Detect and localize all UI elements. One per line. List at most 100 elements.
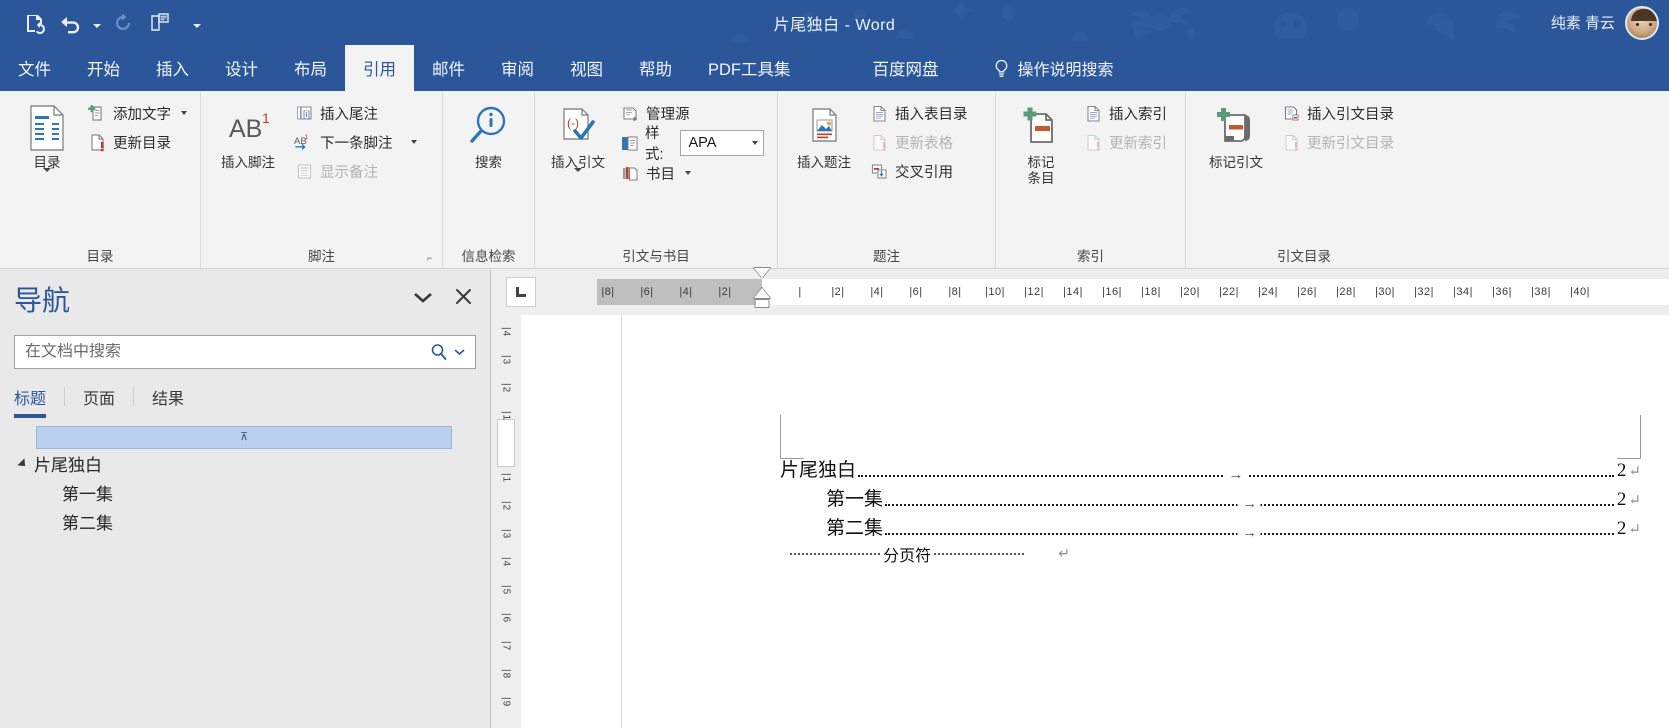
selected-heading-item[interactable]: ⊼ xyxy=(36,426,452,449)
tab-view[interactable]: 视图 xyxy=(552,45,621,91)
nav-tab-pages[interactable]: 页面 xyxy=(65,385,133,418)
insert-citation-dropdown-icon[interactable] xyxy=(574,168,583,187)
update-index-button[interactable]: 更新索引 xyxy=(1078,128,1172,156)
tab-home[interactable]: 开始 xyxy=(69,45,138,91)
toc-entry[interactable]: 第二集 → 2 ↵ xyxy=(780,513,1641,542)
svg-text:AB: AB xyxy=(229,115,262,143)
update-table-of-authorities-button[interactable]: 更新引文目录 xyxy=(1276,128,1399,156)
insert-table-of-authorities-label: 插入引文目录 xyxy=(1307,106,1394,123)
citation-style-dropdown-icon[interactable] xyxy=(752,141,758,145)
ribbon-group-index: 标记 条目 插入索引 更新索引 索引 xyxy=(995,91,1185,268)
hanging-indent-marker[interactable] xyxy=(754,288,770,298)
insert-table-of-authorities-button[interactable]: 插入引文目录 xyxy=(1276,99,1399,127)
toc-entry[interactable]: 第一集 → 2 ↵ xyxy=(780,484,1641,513)
toc-button[interactable]: 目录 xyxy=(16,97,78,187)
avatar[interactable] xyxy=(1625,5,1659,40)
toc-page-number: 2 xyxy=(1616,460,1627,481)
next-footnote-button[interactable]: AB 1 下一条脚注 xyxy=(289,128,422,156)
toc-dropdown-icon[interactable] xyxy=(43,168,51,187)
ribbon-tabs[interactable]: 文件 开始 插入 设计 布局 引用 邮件 审阅 视图 帮助 PDF工具集 百度网… xyxy=(0,45,1669,91)
tab-references[interactable]: 引用 xyxy=(345,45,414,91)
search-options-dropdown-icon[interactable] xyxy=(452,343,471,361)
account-name: 纯素 青云 xyxy=(1550,15,1615,32)
cross-reference-button[interactable]: 交叉引用 xyxy=(864,157,973,185)
tab-file[interactable]: 文件 xyxy=(0,45,69,91)
list-item[interactable]: 第二集 xyxy=(0,507,490,536)
group-label-index: 索引 xyxy=(1077,249,1104,264)
vertical-ruler: |4 |3 |2 |1 |1 |2 |3 |4 |5 |6 |7 |8 |9 xyxy=(491,315,521,728)
insert-footnote-button[interactable]: AB 1 插入脚注 xyxy=(209,97,287,171)
table-of-contents[interactable]: 片尾独白 → 2 ↵ 第一集 → 2 ↵ 第二集 → 2 ↵ xyxy=(780,455,1641,542)
vertical-ruler-ticks: |4 |3 |2 |1 |1 |2 |3 |4 |5 |6 |7 |8 |9 xyxy=(500,327,512,708)
nav-tab-headings[interactable]: 标题 xyxy=(14,385,64,418)
list-item[interactable]: 第一集 xyxy=(0,478,490,507)
tab-insert[interactable]: 插入 xyxy=(138,45,207,91)
document-canvas[interactable]: 片尾独白 → 2 ↵ 第一集 → 2 ↵ 第二集 → 2 ↵ 分页符 ↵ xyxy=(521,315,1669,728)
close-icon[interactable] xyxy=(455,288,472,310)
update-table-of-authorities-label: 更新引文目录 xyxy=(1307,135,1394,152)
insert-index-label: 插入索引 xyxy=(1109,106,1167,123)
bibliography-button[interactable]: 书目 xyxy=(615,159,769,187)
tab-baidu-netdisk[interactable]: 百度网盘 xyxy=(855,45,957,91)
search-box[interactable] xyxy=(14,335,476,369)
manage-sources-button[interactable]: 管理源 xyxy=(615,99,769,127)
footnotes-dialog-launcher[interactable]: ⌐ xyxy=(427,253,437,263)
page-break-line-right xyxy=(934,553,1025,555)
add-text-dropdown-icon[interactable] xyxy=(181,111,187,115)
insert-caption-button[interactable]: 插入题注 xyxy=(786,97,862,171)
citation-style-combo[interactable]: APA xyxy=(680,130,764,156)
first-line-indent-marker[interactable] xyxy=(754,268,770,278)
tab-pdf-toolkit[interactable]: PDF工具集 xyxy=(690,45,809,91)
smart-lookup-button[interactable]: 搜索 xyxy=(454,97,524,171)
insert-citation-button[interactable]: (-) 插入引文 xyxy=(543,97,613,187)
bibliography-dropdown-icon[interactable] xyxy=(685,171,692,175)
heading-label: 片尾独白 xyxy=(34,456,102,475)
tell-me-search[interactable]: 操作说明搜索 xyxy=(993,45,1114,91)
page-break-marker: 分页符 ↵ xyxy=(790,545,1070,565)
horizontal-ruler[interactable]: |8| |6| |4| |2| | | |2| |4| |6| |8| |10|… xyxy=(597,268,1669,308)
update-toc-label: 更新目录 xyxy=(113,135,171,152)
insert-caption-label: 插入题注 xyxy=(797,155,851,170)
insert-endnote-button[interactable]: [i] 插入尾注 xyxy=(289,99,422,127)
tab-mailings[interactable]: 邮件 xyxy=(414,45,483,91)
next-footnote-label: 下一条脚注 xyxy=(320,135,393,152)
search-input[interactable] xyxy=(25,343,426,361)
chevron-expand-icon[interactable] xyxy=(12,457,34,470)
insert-index-button[interactable]: 插入索引 xyxy=(1078,99,1172,127)
lightbulb-icon xyxy=(995,59,1007,77)
show-notes-button[interactable]: 显示备注 xyxy=(289,157,422,185)
next-footnote-dropdown-icon[interactable] xyxy=(410,140,417,144)
insert-footnote-icon: AB 1 xyxy=(221,101,275,155)
document-page[interactable]: 片尾独白 → 2 ↵ 第一集 → 2 ↵ 第二集 → 2 ↵ 分页符 ↵ xyxy=(621,315,1669,728)
toc-entry[interactable]: 片尾独白 → 2 ↵ xyxy=(780,455,1641,484)
update-toc-icon xyxy=(87,133,107,152)
insert-caption-icon xyxy=(802,101,846,155)
toc-entry-text: 片尾独白 xyxy=(780,460,857,481)
tab-stop-selector[interactable] xyxy=(506,277,536,307)
paragraph-mark-icon: ↵ xyxy=(1628,493,1641,509)
account-area[interactable]: 纯素 青云 xyxy=(1551,0,1659,45)
tab-design[interactable]: 设计 xyxy=(207,45,276,91)
ribbon-group-citations: (-) 插入引文 管理源 样式: APA 书目 引文与书目 xyxy=(534,91,777,268)
update-table-button[interactable]: 更新表格 xyxy=(864,128,973,156)
tab-layout[interactable]: 布局 xyxy=(276,45,345,91)
navigation-options-icon[interactable] xyxy=(413,290,433,308)
insert-table-of-figures-button[interactable]: 插入表目录 xyxy=(864,99,973,127)
mark-entry-button[interactable]: 标记 条目 xyxy=(1010,97,1072,187)
toc-entry-text: 第一集 xyxy=(826,489,884,510)
list-item[interactable]: 片尾独白 xyxy=(0,449,490,478)
mark-citation-button[interactable]: 标记引文 xyxy=(1198,97,1274,171)
citation-style-row: 样式: APA xyxy=(615,126,769,163)
nav-tab-results[interactable]: 结果 xyxy=(134,385,202,418)
paragraph-mark-icon: ↵ xyxy=(1058,546,1070,562)
search-icon[interactable] xyxy=(426,343,452,361)
tab-help[interactable]: 帮助 xyxy=(621,45,690,91)
insert-table-of-figures-icon xyxy=(869,104,889,123)
toc-leader: → xyxy=(856,468,1616,483)
left-indent-marker[interactable] xyxy=(754,299,770,308)
navigation-tabs[interactable]: 标题 页面 结果 xyxy=(0,369,490,418)
add-text-button[interactable]: 添加文字 xyxy=(82,99,192,127)
svg-text:(-): (-) xyxy=(567,116,579,130)
tab-review[interactable]: 审阅 xyxy=(483,45,552,91)
update-toc-button[interactable]: 更新目录 xyxy=(82,128,192,156)
